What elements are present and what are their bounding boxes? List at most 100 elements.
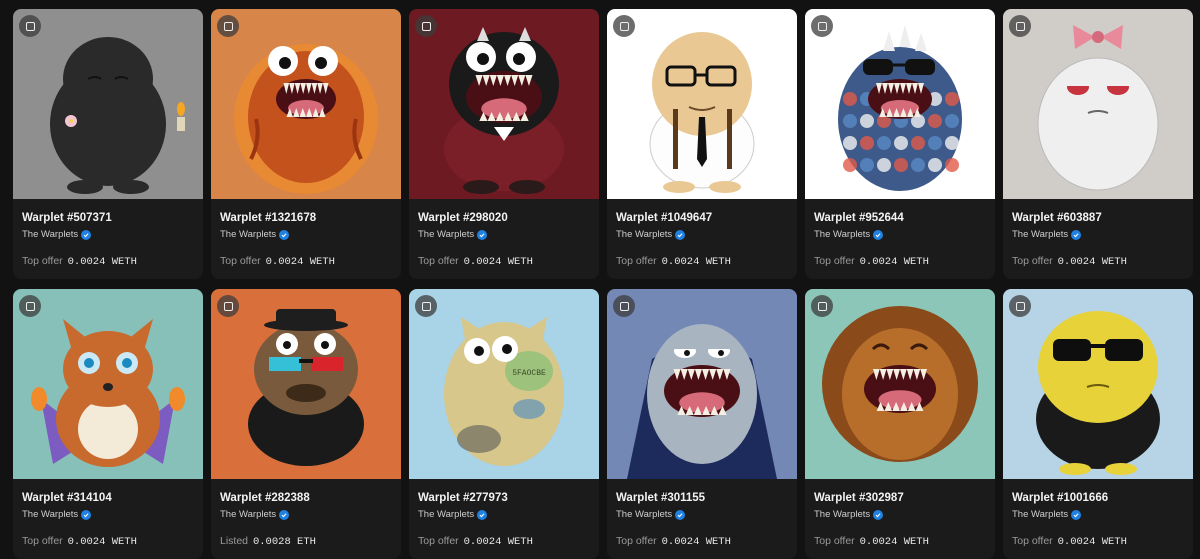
price-label: Listed (220, 535, 249, 547)
verified-badge-icon (1071, 510, 1082, 520)
nft-image[interactable] (211, 9, 401, 199)
glasses-man-artwork (607, 9, 797, 199)
select-checkbox[interactable] (613, 15, 635, 37)
price-label: Top offer (616, 535, 657, 547)
nft-card[interactable]: Warplet #301155 The Warplets Top offer 0… (607, 289, 797, 559)
price-value: 0.0028 ETH (252, 536, 316, 548)
collection-name[interactable]: The Warplets (22, 229, 78, 241)
collection-name[interactable]: The Warplets (22, 509, 78, 521)
nft-card[interactable]: Warplet #302987 The Warplets Top offer 0… (805, 289, 995, 559)
select-checkbox[interactable] (613, 295, 635, 317)
bow-blob-artwork (1003, 9, 1193, 199)
nft-image[interactable] (805, 9, 995, 199)
select-checkbox[interactable] (1009, 15, 1031, 37)
price-row: Top offer 0.0024 WETH (814, 535, 986, 549)
collection-name[interactable]: The Warplets (616, 509, 672, 521)
collection-name[interactable]: The Warplets (616, 229, 672, 241)
select-checkbox[interactable] (19, 15, 41, 37)
price-value: 0.0024 WETH (1057, 256, 1127, 268)
price-value: 0.0024 WETH (661, 256, 731, 268)
checkbox-square-icon (25, 21, 35, 31)
collection-name[interactable]: The Warplets (814, 509, 870, 521)
nft-title[interactable]: Warplet #282388 (220, 491, 392, 505)
cloak-monster-artwork (607, 289, 797, 479)
nft-image[interactable] (805, 289, 995, 479)
yellow-blob-sunglasses-artwork (1003, 289, 1193, 479)
checkbox-square-icon (817, 301, 827, 311)
card-info: Warplet #314104 The Warplets Top offer 0… (13, 479, 203, 549)
select-checkbox[interactable] (811, 295, 833, 317)
nft-title[interactable]: Warplet #301155 (616, 491, 788, 505)
select-checkbox[interactable] (415, 295, 437, 317)
price-row: Top offer 0.0024 WETH (616, 535, 788, 549)
price-value: 0.0024 WETH (859, 536, 929, 548)
nft-image[interactable] (1003, 289, 1193, 479)
nft-title[interactable]: Warplet #952644 (814, 211, 986, 225)
verified-badge-icon (477, 510, 488, 520)
card-info: Warplet #277973 The Warplets Top offer 0… (409, 479, 599, 549)
price-row: Top offer 0.0024 WETH (220, 255, 392, 269)
nft-image[interactable] (13, 289, 203, 479)
nft-title[interactable]: Warplet #302987 (814, 491, 986, 505)
nft-card[interactable]: Warplet #1001666 The Warplets Top offer … (1003, 289, 1193, 559)
collection-row: The Warplets (1012, 509, 1184, 521)
verified-badge-icon (279, 510, 290, 520)
nft-card[interactable]: 5FAOCBE Warplet #277973 The Warplets Top… (409, 289, 599, 559)
price-label: Top offer (22, 255, 63, 267)
collection-name[interactable]: The Warplets (220, 509, 276, 521)
collection-name[interactable]: The Warplets (1012, 229, 1068, 241)
nft-title[interactable]: Warplet #314104 (22, 491, 194, 505)
nft-title[interactable]: Warplet #277973 (418, 491, 590, 505)
nft-image[interactable] (607, 289, 797, 479)
collection-name[interactable]: The Warplets (1012, 509, 1068, 521)
collection-name[interactable]: The Warplets (418, 229, 474, 241)
collection-row: The Warplets (616, 509, 788, 521)
nft-card[interactable]: Warplet #507371 The Warplets Top offer 0… (13, 9, 203, 279)
collection-row: The Warplets (418, 229, 590, 241)
card-info: Warplet #1049647 The Warplets Top offer … (607, 199, 797, 269)
price-row: Top offer 0.0024 WETH (418, 535, 590, 549)
nft-image[interactable] (13, 9, 203, 199)
black-blob-artwork (13, 9, 203, 199)
nft-title[interactable]: Warplet #1321678 (220, 211, 392, 225)
price-value: 0.0024 WETH (859, 256, 929, 268)
checkbox-square-icon (619, 21, 629, 31)
checkbox-square-icon (619, 301, 629, 311)
nft-title[interactable]: Warplet #1001666 (1012, 491, 1184, 505)
nft-card[interactable]: Warplet #298020 The Warplets Top offer 0… (409, 9, 599, 279)
nft-image[interactable] (1003, 9, 1193, 199)
collection-row: The Warplets (22, 229, 194, 241)
price-value: 0.0024 WETH (661, 536, 731, 548)
nft-card[interactable]: Warplet #952644 The Warplets Top offer 0… (805, 9, 995, 279)
nft-image[interactable] (607, 9, 797, 199)
nft-card[interactable]: Warplet #282388 The Warplets Listed 0.00… (211, 289, 401, 559)
nft-card[interactable]: Warplet #1321678 The Warplets Top offer … (211, 9, 401, 279)
select-checkbox[interactable] (19, 295, 41, 317)
collection-name[interactable]: The Warplets (814, 229, 870, 241)
nft-title[interactable]: Warplet #603887 (1012, 211, 1184, 225)
verified-badge-icon (81, 510, 92, 520)
select-checkbox[interactable] (217, 295, 239, 317)
nft-card[interactable]: Warplet #1049647 The Warplets Top offer … (607, 9, 797, 279)
price-row: Listed 0.0028 ETH (220, 535, 392, 549)
price-label: Top offer (22, 535, 63, 547)
select-checkbox[interactable] (415, 15, 437, 37)
nft-image[interactable] (211, 289, 401, 479)
nft-card[interactable]: Warplet #314104 The Warplets Top offer 0… (13, 289, 203, 559)
select-checkbox[interactable] (217, 15, 239, 37)
price-value: 0.0024 WETH (265, 256, 335, 268)
nft-image[interactable] (409, 9, 599, 199)
collection-name[interactable]: The Warplets (220, 229, 276, 241)
collection-name[interactable]: The Warplets (418, 509, 474, 521)
verified-badge-icon (675, 510, 686, 520)
verified-badge-icon (81, 230, 92, 240)
select-checkbox[interactable] (1009, 295, 1031, 317)
nft-image[interactable]: 5FAOCBE (409, 289, 599, 479)
svg-text:5FAOCBE: 5FAOCBE (512, 369, 546, 378)
select-checkbox[interactable] (811, 15, 833, 37)
nft-card[interactable]: Warplet #603887 The Warplets Top offer 0… (1003, 9, 1193, 279)
nft-title[interactable]: Warplet #1049647 (616, 211, 788, 225)
nft-title[interactable]: Warplet #507371 (22, 211, 194, 225)
card-info: Warplet #1001666 The Warplets Top offer … (1003, 479, 1193, 549)
nft-title[interactable]: Warplet #298020 (418, 211, 590, 225)
